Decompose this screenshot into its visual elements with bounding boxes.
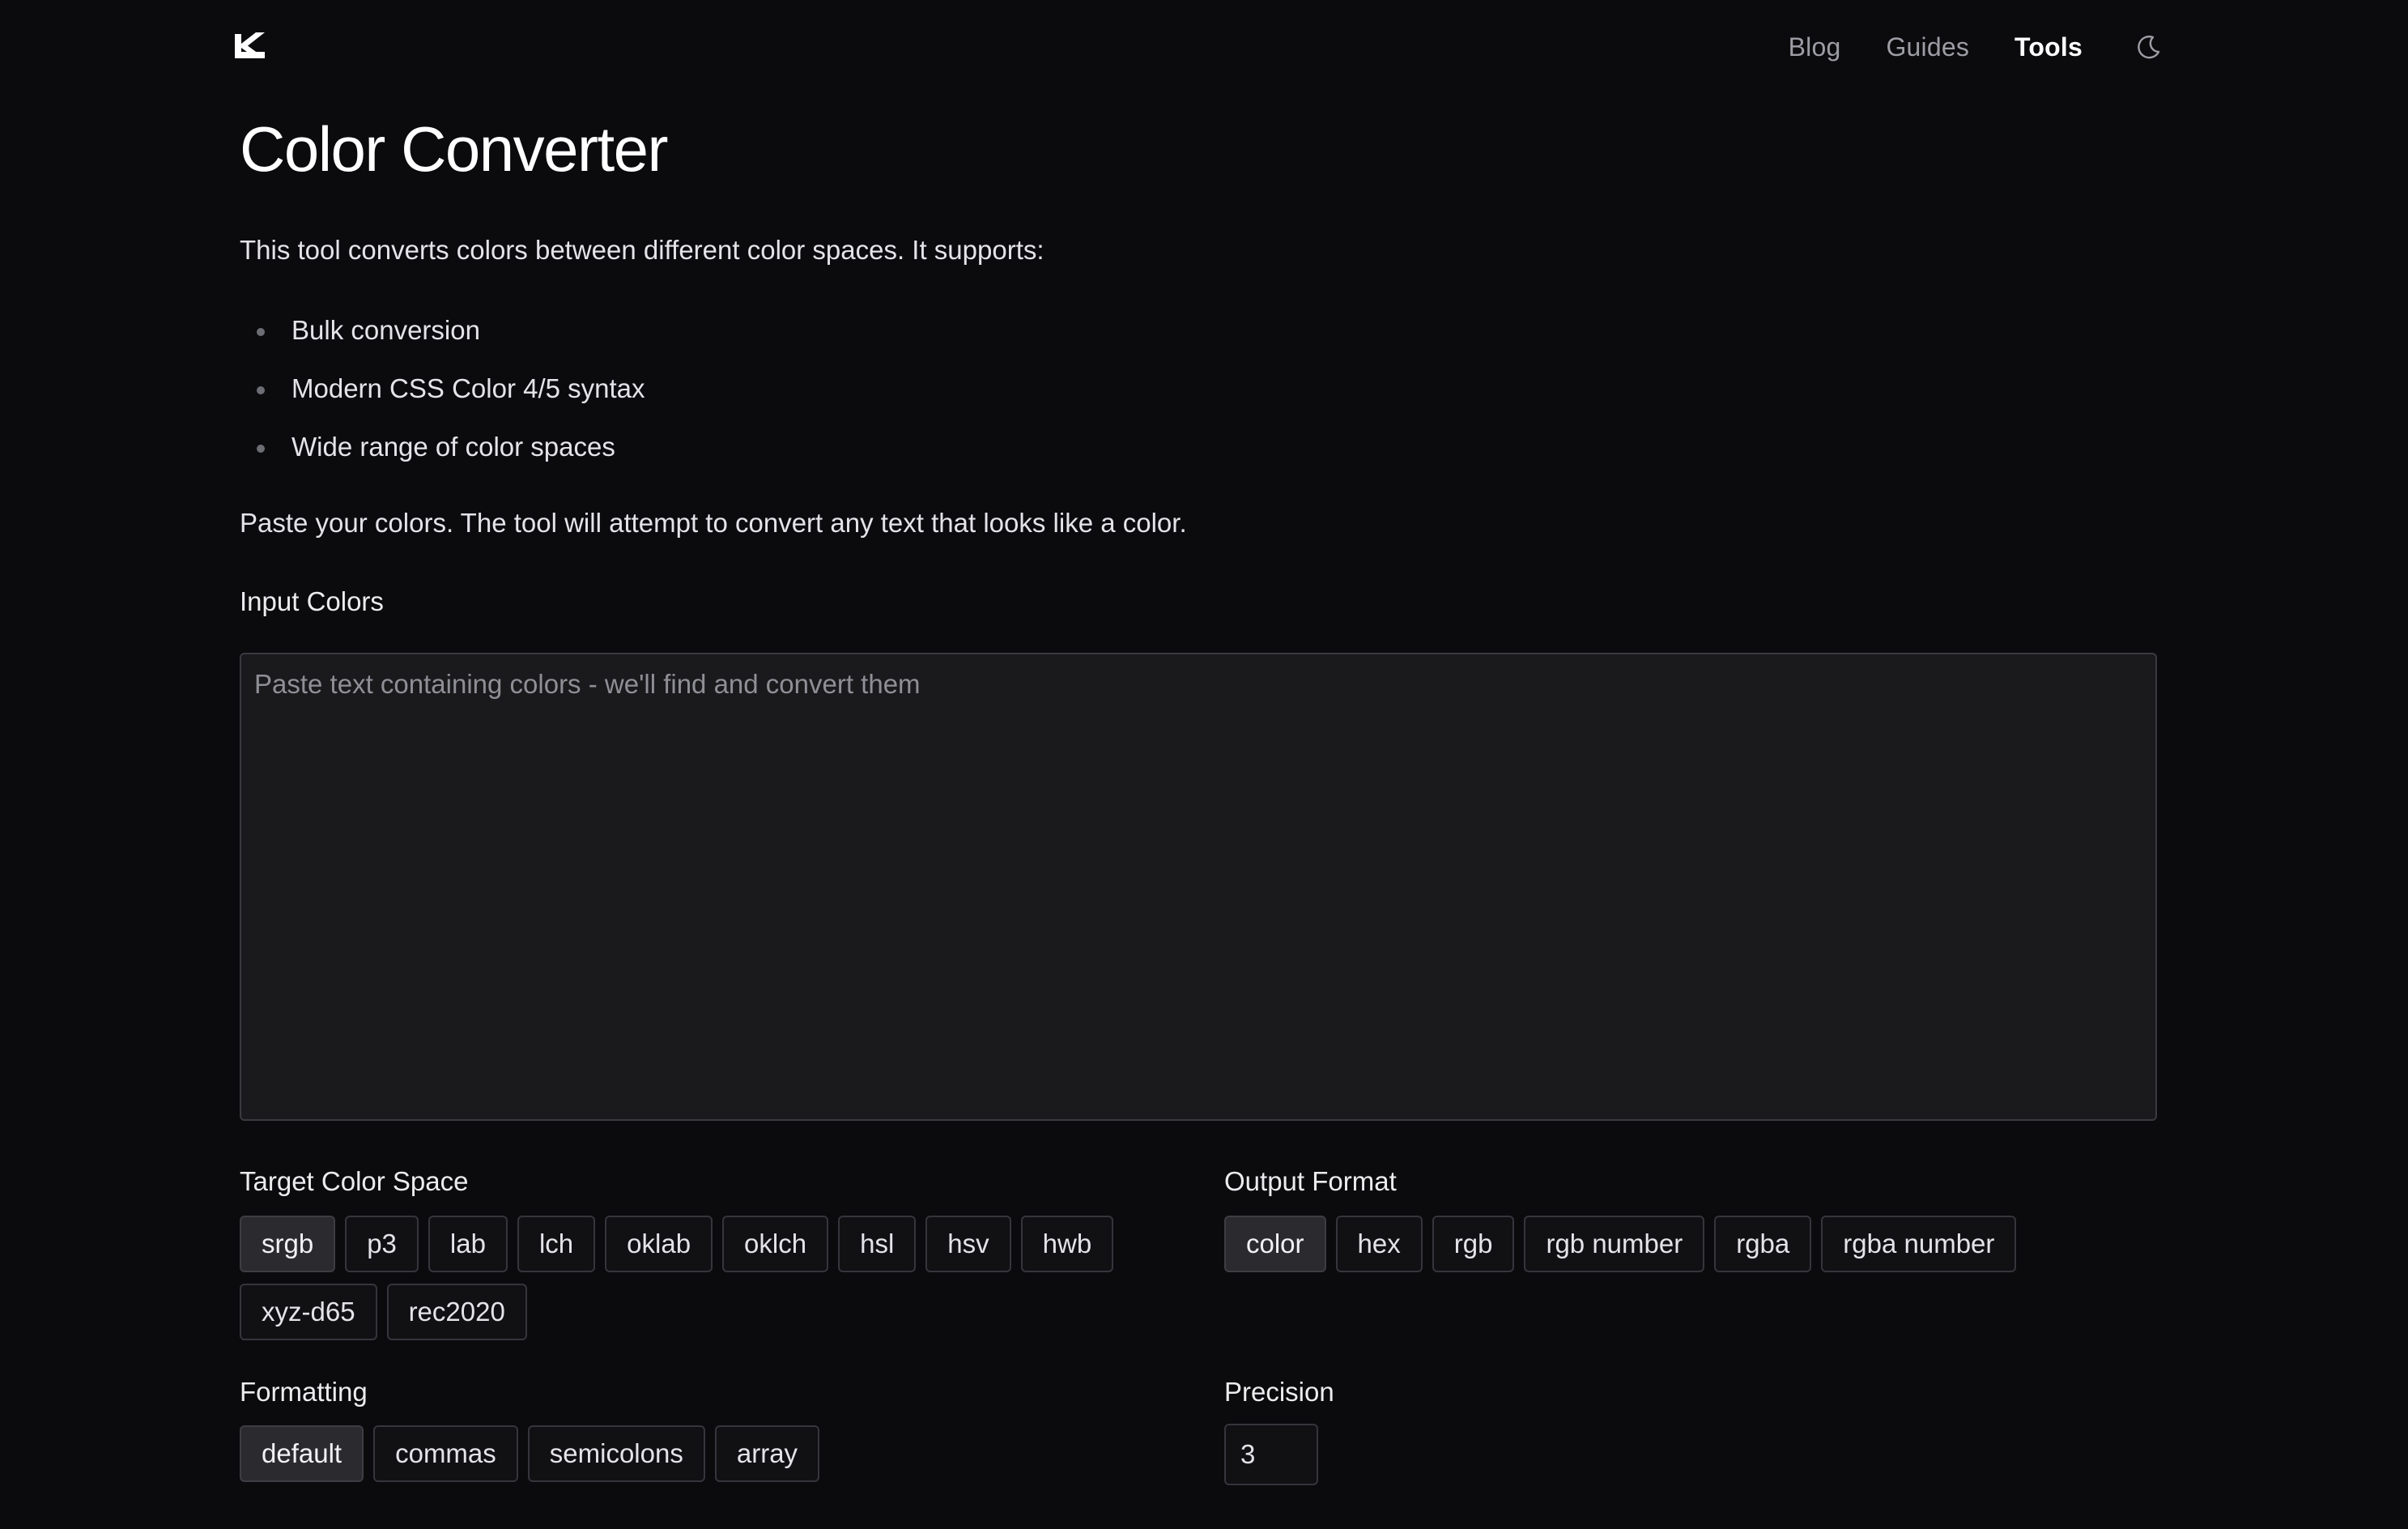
formatting-label: Formatting — [240, 1377, 368, 1407]
feature-item: Wide range of color spaces — [240, 431, 645, 489]
color-space-option-hwb[interactable]: hwb — [1020, 1216, 1114, 1272]
color-space-option-hsl[interactable]: hsl — [838, 1216, 917, 1272]
output-format-option-rgba-number[interactable]: rgba number — [1821, 1216, 2017, 1272]
precision-label: Precision — [1224, 1377, 1334, 1407]
precision-input[interactable] — [1224, 1424, 1318, 1485]
feature-item: Bulk conversion — [240, 314, 645, 373]
formatting-option-array[interactable]: array — [714, 1425, 820, 1482]
output-format-option-rgb[interactable]: rgb — [1432, 1216, 1515, 1272]
color-space-option-oklab[interactable]: oklab — [605, 1216, 713, 1272]
feature-list: Bulk conversion Modern CSS Color 4/5 syn… — [240, 314, 645, 489]
formatting-option-semicolons[interactable]: semicolons — [527, 1425, 705, 1482]
feature-item: Modern CSS Color 4/5 syntax — [240, 373, 645, 431]
k-logo-icon — [235, 32, 265, 58]
nav-link-tools[interactable]: Tools — [2014, 32, 2083, 62]
output-format-option-hex[interactable]: hex — [1335, 1216, 1423, 1272]
target-color-space-options: srgb p3 lab lch oklab oklch hsl hsv hwb … — [240, 1216, 1155, 1340]
color-space-option-lab[interactable]: lab — [428, 1216, 508, 1272]
output-format-option-rgba[interactable]: rgba — [1714, 1216, 1812, 1272]
converter-main: Color Converter This tool converts color… — [240, 105, 2159, 1485]
theme-toggle-button[interactable] — [2134, 32, 2163, 62]
formatting-option-commas[interactable]: commas — [373, 1425, 518, 1482]
paste-hint-text: Paste your colors. The tool will attempt… — [240, 508, 1187, 538]
color-space-option-rec2020[interactable]: rec2020 — [386, 1284, 527, 1340]
target-color-space-label: Target Color Space — [240, 1166, 469, 1196]
color-space-option-hsv[interactable]: hsv — [925, 1216, 1011, 1272]
color-space-option-lch[interactable]: lch — [517, 1216, 596, 1272]
color-space-option-p3[interactable]: p3 — [345, 1216, 419, 1272]
output-format-option-rgb-number[interactable]: rgb number — [1524, 1216, 1705, 1272]
color-space-option-xyz-d65[interactable]: xyz-d65 — [240, 1284, 377, 1340]
color-space-option-oklch[interactable]: oklch — [722, 1216, 829, 1272]
nav-link-blog[interactable]: Blog — [1789, 32, 1841, 62]
formatting-options: default commas semicolons array — [240, 1425, 1130, 1482]
input-colors-container — [240, 653, 2157, 1121]
output-format-options: color hex rgb rgb number rgba rgba numbe… — [1224, 1216, 2155, 1272]
page-title: Color Converter — [240, 113, 669, 185]
input-colors-label: Input Colors — [240, 586, 384, 616]
formatting-option-default[interactable]: default — [240, 1425, 364, 1482]
nav-link-guides[interactable]: Guides — [1886, 32, 1969, 62]
moon-icon — [2138, 36, 2160, 59]
output-format-label: Output Format — [1224, 1166, 1397, 1196]
color-space-option-srgb[interactable]: srgb — [240, 1216, 336, 1272]
site-logo[interactable] — [233, 31, 267, 60]
input-colors-textarea[interactable] — [241, 654, 2155, 1119]
output-format-option-color[interactable]: color — [1224, 1216, 1326, 1272]
site-header: Blog Guides Tools — [0, 0, 2408, 94]
main-nav: Blog Guides Tools — [1743, 29, 2163, 65]
intro-text: This tool converts colors between differ… — [240, 235, 1044, 265]
